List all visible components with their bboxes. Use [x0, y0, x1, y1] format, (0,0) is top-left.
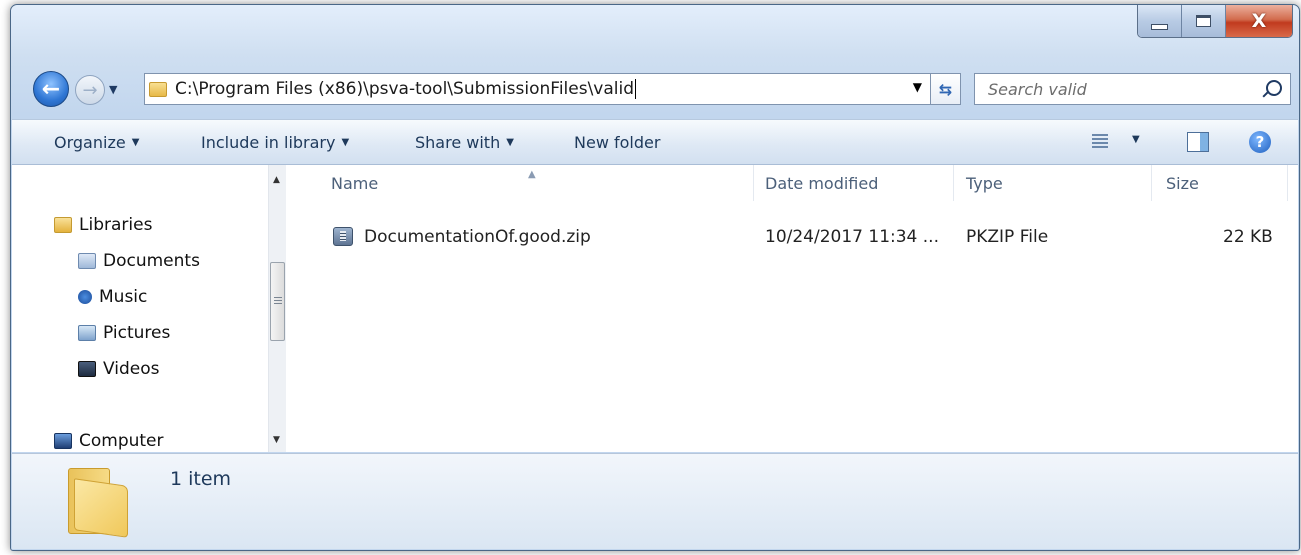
navigation-bar: ← → ▼ C:\Program Files (x86)\psva-tool\S… — [11, 67, 1299, 109]
details-pane: 1 item — [12, 453, 1298, 549]
forward-button[interactable]: → — [75, 75, 105, 105]
address-bar[interactable]: C:\Program Files (x86)\psva-tool\Submiss… — [144, 73, 931, 105]
chevron-down-icon: ▼ — [506, 136, 514, 148]
column-header-date-modified[interactable]: Date modified — [754, 165, 954, 201]
file-type: PKZIP File — [966, 227, 1049, 247]
navigation-pane-scrollbar[interactable]: ▲ ▼ — [268, 165, 286, 452]
file-list: ▲ Name Date modified Type Size Documenta… — [286, 165, 1298, 452]
item-count: 1 item — [170, 468, 232, 490]
recent-pages-dropdown[interactable]: ▼ — [109, 83, 117, 96]
share-with-label: Share with — [415, 132, 501, 152]
new-folder-button[interactable]: New folder — [574, 120, 660, 164]
pictures-icon — [78, 325, 96, 341]
column-header-type[interactable]: Type — [954, 165, 1152, 201]
organize-button[interactable]: Organize ▼ — [54, 120, 139, 164]
maximize-button[interactable] — [1182, 5, 1226, 37]
caption-buttons: X — [1137, 5, 1293, 38]
column-header-size[interactable]: Size — [1152, 165, 1288, 201]
nav-item-computer[interactable]: Computer — [54, 431, 164, 451]
scroll-down-arrow-icon[interactable]: ▼ — [273, 435, 280, 445]
videos-icon — [78, 361, 96, 377]
change-view-icon[interactable] — [1092, 134, 1108, 148]
chevron-down-icon: ▼ — [131, 136, 140, 148]
command-bar: Organize ▼ Include in library ▼ Share with… — [12, 119, 1298, 165]
nav-item-label: Libraries — [79, 215, 153, 235]
refresh-icon: ⇆ — [938, 79, 953, 99]
explorer-window: X ← → ▼ C:\Program Files (x86)\psva-tool… — [10, 4, 1300, 551]
nav-item-libraries[interactable]: Libraries — [54, 215, 152, 235]
file-size: 22 KB — [1223, 227, 1273, 247]
nav-item-pictures[interactable]: Pictures — [78, 323, 170, 343]
search-input[interactable] — [986, 78, 1260, 100]
back-button[interactable]: ← — [33, 71, 69, 107]
refresh-button[interactable]: ⇆ — [931, 73, 961, 105]
text-caret — [635, 79, 637, 99]
folder-icon — [149, 81, 167, 97]
organize-label: Organize — [54, 132, 126, 152]
nav-item-documents[interactable]: Documents — [78, 251, 200, 271]
minimize-button[interactable] — [1138, 5, 1182, 37]
nav-item-music[interactable]: Music — [78, 287, 147, 307]
nav-item-label: Videos — [103, 359, 160, 379]
folder-icon — [60, 464, 130, 538]
zip-archive-icon — [333, 227, 353, 246]
back-arrow-icon: ← — [41, 76, 61, 102]
grip-icon — [274, 297, 282, 304]
nav-item-label: Pictures — [103, 323, 171, 343]
include-in-library-label: Include in library — [201, 132, 336, 152]
address-path[interactable]: C:\Program Files (x86)\psva-tool\Submiss… — [175, 79, 634, 99]
maximize-icon — [1196, 15, 1211, 27]
new-folder-label: New folder — [574, 132, 661, 152]
navigation-pane: Libraries Documents Music Pictures Video… — [12, 165, 268, 452]
include-in-library-button[interactable]: Include in library ▼ — [201, 120, 349, 164]
preview-pane-icon[interactable] — [1187, 132, 1209, 152]
column-header-name[interactable]: Name — [286, 165, 754, 201]
scrollbar-thumb[interactable] — [270, 262, 285, 341]
close-icon: X — [1251, 10, 1267, 32]
minimize-icon — [1151, 24, 1168, 30]
music-icon — [78, 290, 92, 304]
view-options-dropdown[interactable]: ▼ — [1132, 134, 1140, 145]
file-name[interactable]: DocumentationOf.good.zip — [364, 227, 591, 247]
search-icon[interactable] — [1266, 80, 1282, 96]
nav-item-label: Computer — [79, 431, 164, 451]
documents-icon — [78, 253, 96, 269]
libraries-icon — [54, 217, 72, 233]
search-box[interactable] — [974, 73, 1291, 105]
nav-item-videos[interactable]: Videos — [78, 359, 160, 379]
file-date-modified: 10/24/2017 11:34 ... — [765, 227, 939, 247]
share-with-button[interactable]: Share with ▼ — [415, 120, 514, 164]
address-dropdown-icon[interactable]: ▼ — [913, 80, 922, 94]
close-button[interactable]: X — [1226, 5, 1292, 37]
forward-arrow-icon: → — [82, 79, 98, 101]
scroll-up-arrow-icon[interactable]: ▲ — [273, 175, 280, 185]
nav-item-label: Documents — [103, 251, 200, 271]
help-icon[interactable]: ? — [1249, 131, 1271, 153]
nav-item-label: Music — [99, 287, 148, 307]
computer-icon — [54, 433, 72, 449]
chevron-down-icon: ▼ — [341, 136, 350, 148]
